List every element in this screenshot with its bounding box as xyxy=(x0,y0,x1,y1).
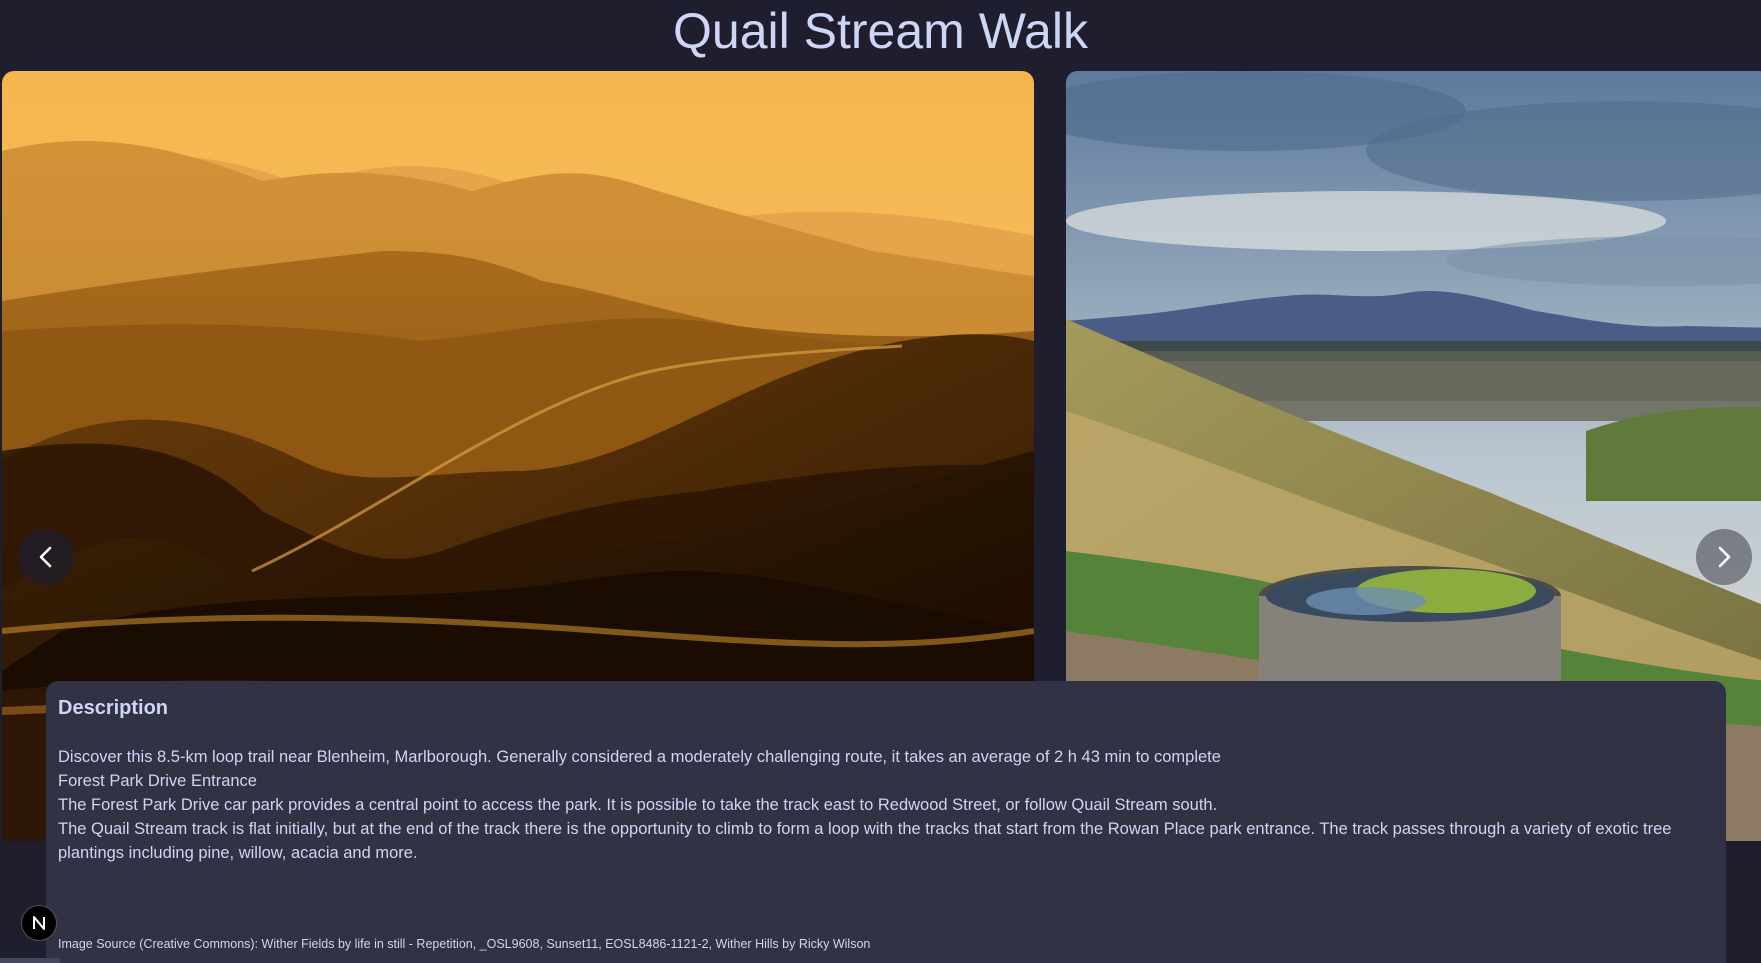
description-entrance-title: Forest Park Drive Entrance xyxy=(58,772,257,790)
description-body: Discover this 8.5-km loop trail near Ble… xyxy=(58,745,1714,865)
page-title: Quail Stream Walk xyxy=(673,3,1088,59)
horizontal-scrollbar[interactable] xyxy=(0,958,60,963)
chevron-right-icon xyxy=(1718,546,1731,568)
carousel-prev-button[interactable] xyxy=(18,529,74,585)
description-heading: Description xyxy=(58,697,169,719)
carousel-next-button[interactable] xyxy=(1696,529,1752,585)
image-source-credit: Image Source (Creative Commons): Wither … xyxy=(58,937,871,951)
description-track: The Quail Stream track is flat initially… xyxy=(58,820,1672,862)
description-intro: Discover this 8.5-km loop trail near Ble… xyxy=(58,748,1221,766)
page: Quail Stream Walk Description Discover t… xyxy=(0,0,1761,963)
nextjs-devtools-badge[interactable] xyxy=(21,905,57,941)
nextjs-logo-icon xyxy=(33,916,45,930)
chevron-left-icon xyxy=(39,546,52,568)
description-panel: Description Discover this 8.5-km loop tr… xyxy=(46,681,1726,963)
description-car-park: The Forest Park Drive car park provides … xyxy=(58,796,1218,814)
